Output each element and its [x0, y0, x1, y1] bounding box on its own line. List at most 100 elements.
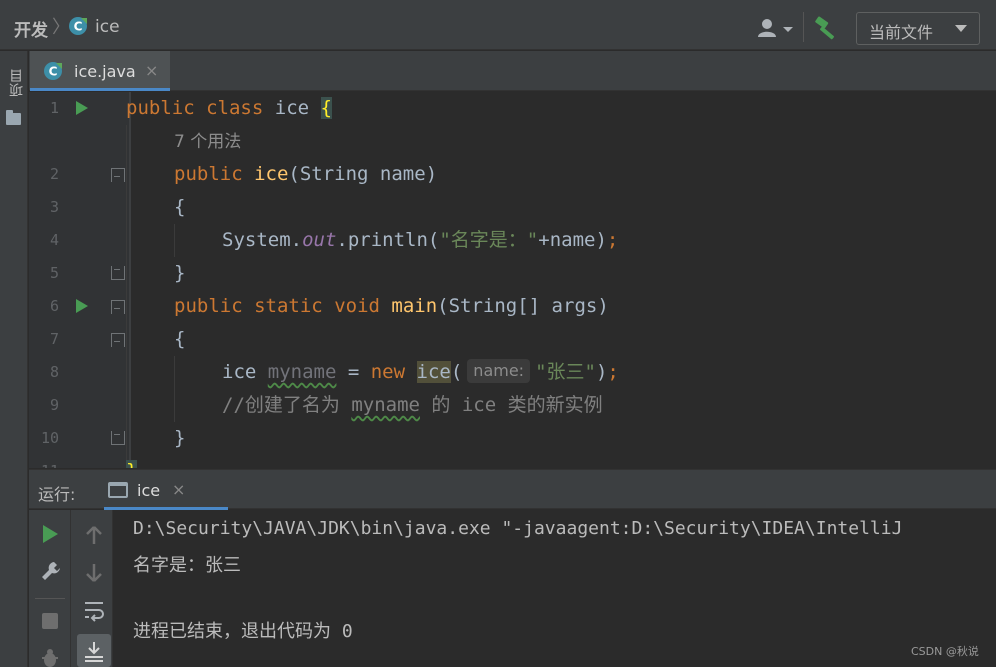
gutter-line-1: 1	[29, 92, 129, 125]
scroll-to-end-icon	[85, 642, 103, 662]
line-number: 1	[49, 99, 59, 117]
gutter-line-2: 2	[29, 158, 129, 191]
svg-text:C: C	[49, 65, 58, 79]
code-line-7: {	[174, 323, 185, 356]
gutter-line-3: 3	[29, 191, 129, 224]
parameter-hint: name:	[467, 359, 531, 383]
code-line-8: ice myname = new ice(name: "张三");	[222, 356, 619, 389]
line-number: 8	[49, 363, 59, 381]
usages-hint[interactable]: 7 个用法	[174, 132, 241, 152]
keyword: public	[174, 163, 243, 185]
chevron-down-icon	[955, 25, 967, 32]
indent-guide	[174, 356, 175, 422]
project-tool-tab[interactable]: 项目	[0, 59, 28, 125]
tab-label: ice.java	[74, 62, 136, 81]
code-line-11: }	[126, 455, 138, 468]
code-editor[interactable]: 1 2 3 4 5 6 7 8 9 10 public class ice {…	[29, 92, 996, 468]
comment-variable: myname	[351, 394, 420, 416]
soft-wrap-icon[interactable]	[82, 598, 106, 622]
line-number: 3	[49, 198, 59, 216]
run-panel-header: 运行: ice ×	[29, 469, 996, 510]
gutter-line-10: 10	[29, 422, 129, 455]
system-token: System.	[222, 229, 303, 251]
brace-highlight: {	[320, 97, 332, 119]
method-params: (String[] args)	[437, 295, 609, 317]
fold-close-icon[interactable]	[111, 431, 125, 445]
gutter-line-5: 5	[29, 257, 129, 290]
close-icon[interactable]: ×	[172, 480, 185, 499]
run-toolbar	[29, 510, 113, 667]
console-line: D:\Security\JAVA\JDK\bin\java.exe "-java…	[133, 518, 903, 539]
constructor-name: ice	[254, 163, 289, 185]
tab-ice-java[interactable]: C ice.java ×	[30, 51, 170, 91]
build-hammer-icon[interactable]	[814, 16, 840, 40]
scroll-to-end-button[interactable]	[77, 634, 111, 667]
string-literal: "名字是："	[439, 229, 539, 251]
console-line: 进程已结束，退出代码为 0	[133, 621, 353, 642]
keyword: new	[370, 361, 406, 383]
run-main-icon[interactable]	[76, 299, 88, 313]
arrow-down-icon[interactable]	[84, 562, 104, 584]
user-account-icon[interactable]	[756, 18, 796, 38]
gutter-line-4: 4	[29, 224, 129, 257]
keyword: class	[206, 97, 264, 119]
code-line-5: }	[174, 257, 185, 290]
close-icon[interactable]: ×	[145, 61, 158, 80]
println-token: .println(	[336, 229, 440, 251]
keyword: public	[174, 295, 243, 317]
console-icon	[108, 482, 128, 498]
run-tab-ice[interactable]: ice ×	[104, 470, 228, 510]
variable-type: ice	[222, 361, 268, 383]
fold-open-icon[interactable]	[111, 168, 125, 182]
run-tab-label: ice	[137, 481, 161, 500]
line-number: 2	[49, 165, 59, 183]
java-class-icon: C	[69, 17, 87, 35]
navigation-bar: 开发 〉 C ice 当前文件	[0, 0, 996, 50]
editor-tab-bar: C ice.java ×	[29, 51, 996, 91]
console-output[interactable]: D:\Security\JAVA\JDK\bin\java.exe "-java…	[114, 510, 996, 667]
console-line: 名字是：张三	[133, 555, 241, 576]
line-number: 5	[49, 264, 59, 282]
indent-guide	[174, 224, 175, 257]
java-class-icon: C	[44, 62, 62, 80]
constructor-call: ice	[416, 361, 451, 383]
breadcrumb-project[interactable]: 开发	[14, 16, 48, 41]
run-configuration-dropdown[interactable]: 当前文件	[856, 12, 980, 45]
brace: {	[174, 328, 186, 350]
wrench-icon[interactable]	[39, 559, 63, 583]
run-panel-title: 运行:	[38, 485, 76, 504]
stop-icon[interactable]	[42, 613, 58, 629]
code-line-6: public static void main(String[] args)	[174, 290, 609, 323]
fold-open-icon[interactable]	[111, 333, 125, 347]
keyword: static	[254, 295, 323, 317]
constructor-params: (String name)	[288, 163, 438, 185]
semicolon: ;	[606, 229, 619, 251]
gutter-line-7: 7	[29, 323, 129, 356]
line-number: 6	[49, 297, 59, 315]
method-name: main	[391, 295, 438, 317]
code-line-3: {	[174, 191, 185, 224]
breadcrumb-file[interactable]: ice	[95, 17, 120, 37]
fold-open-icon[interactable]	[111, 300, 125, 314]
debug-icon[interactable]	[40, 648, 60, 667]
brace: {	[174, 196, 186, 218]
line-number: 11	[29, 462, 59, 468]
keyword: void	[334, 295, 380, 317]
gutter-line-8: 8	[29, 356, 129, 389]
code-line-9: //创建了名为 myname 的 ice 类的新实例	[222, 389, 603, 422]
gutter-line-6: 6	[29, 290, 129, 323]
line-number: 9	[49, 396, 59, 414]
paren-open: (	[450, 361, 463, 383]
arrow-up-icon[interactable]	[84, 524, 104, 546]
fold-close-icon[interactable]	[111, 266, 125, 280]
folder-icon	[6, 110, 21, 125]
line-number: 7	[49, 330, 59, 348]
rerun-icon[interactable]	[43, 525, 58, 543]
editor-gutter: 1 2 3 4 5 6 7 8 9 10	[29, 92, 131, 468]
semicolon: ;	[607, 361, 619, 383]
string-literal: "张三"	[535, 361, 596, 383]
run-class-icon[interactable]	[76, 101, 88, 115]
brace-highlight: }	[126, 460, 138, 468]
line-number: 4	[49, 231, 59, 249]
class-name: ice	[274, 97, 310, 119]
